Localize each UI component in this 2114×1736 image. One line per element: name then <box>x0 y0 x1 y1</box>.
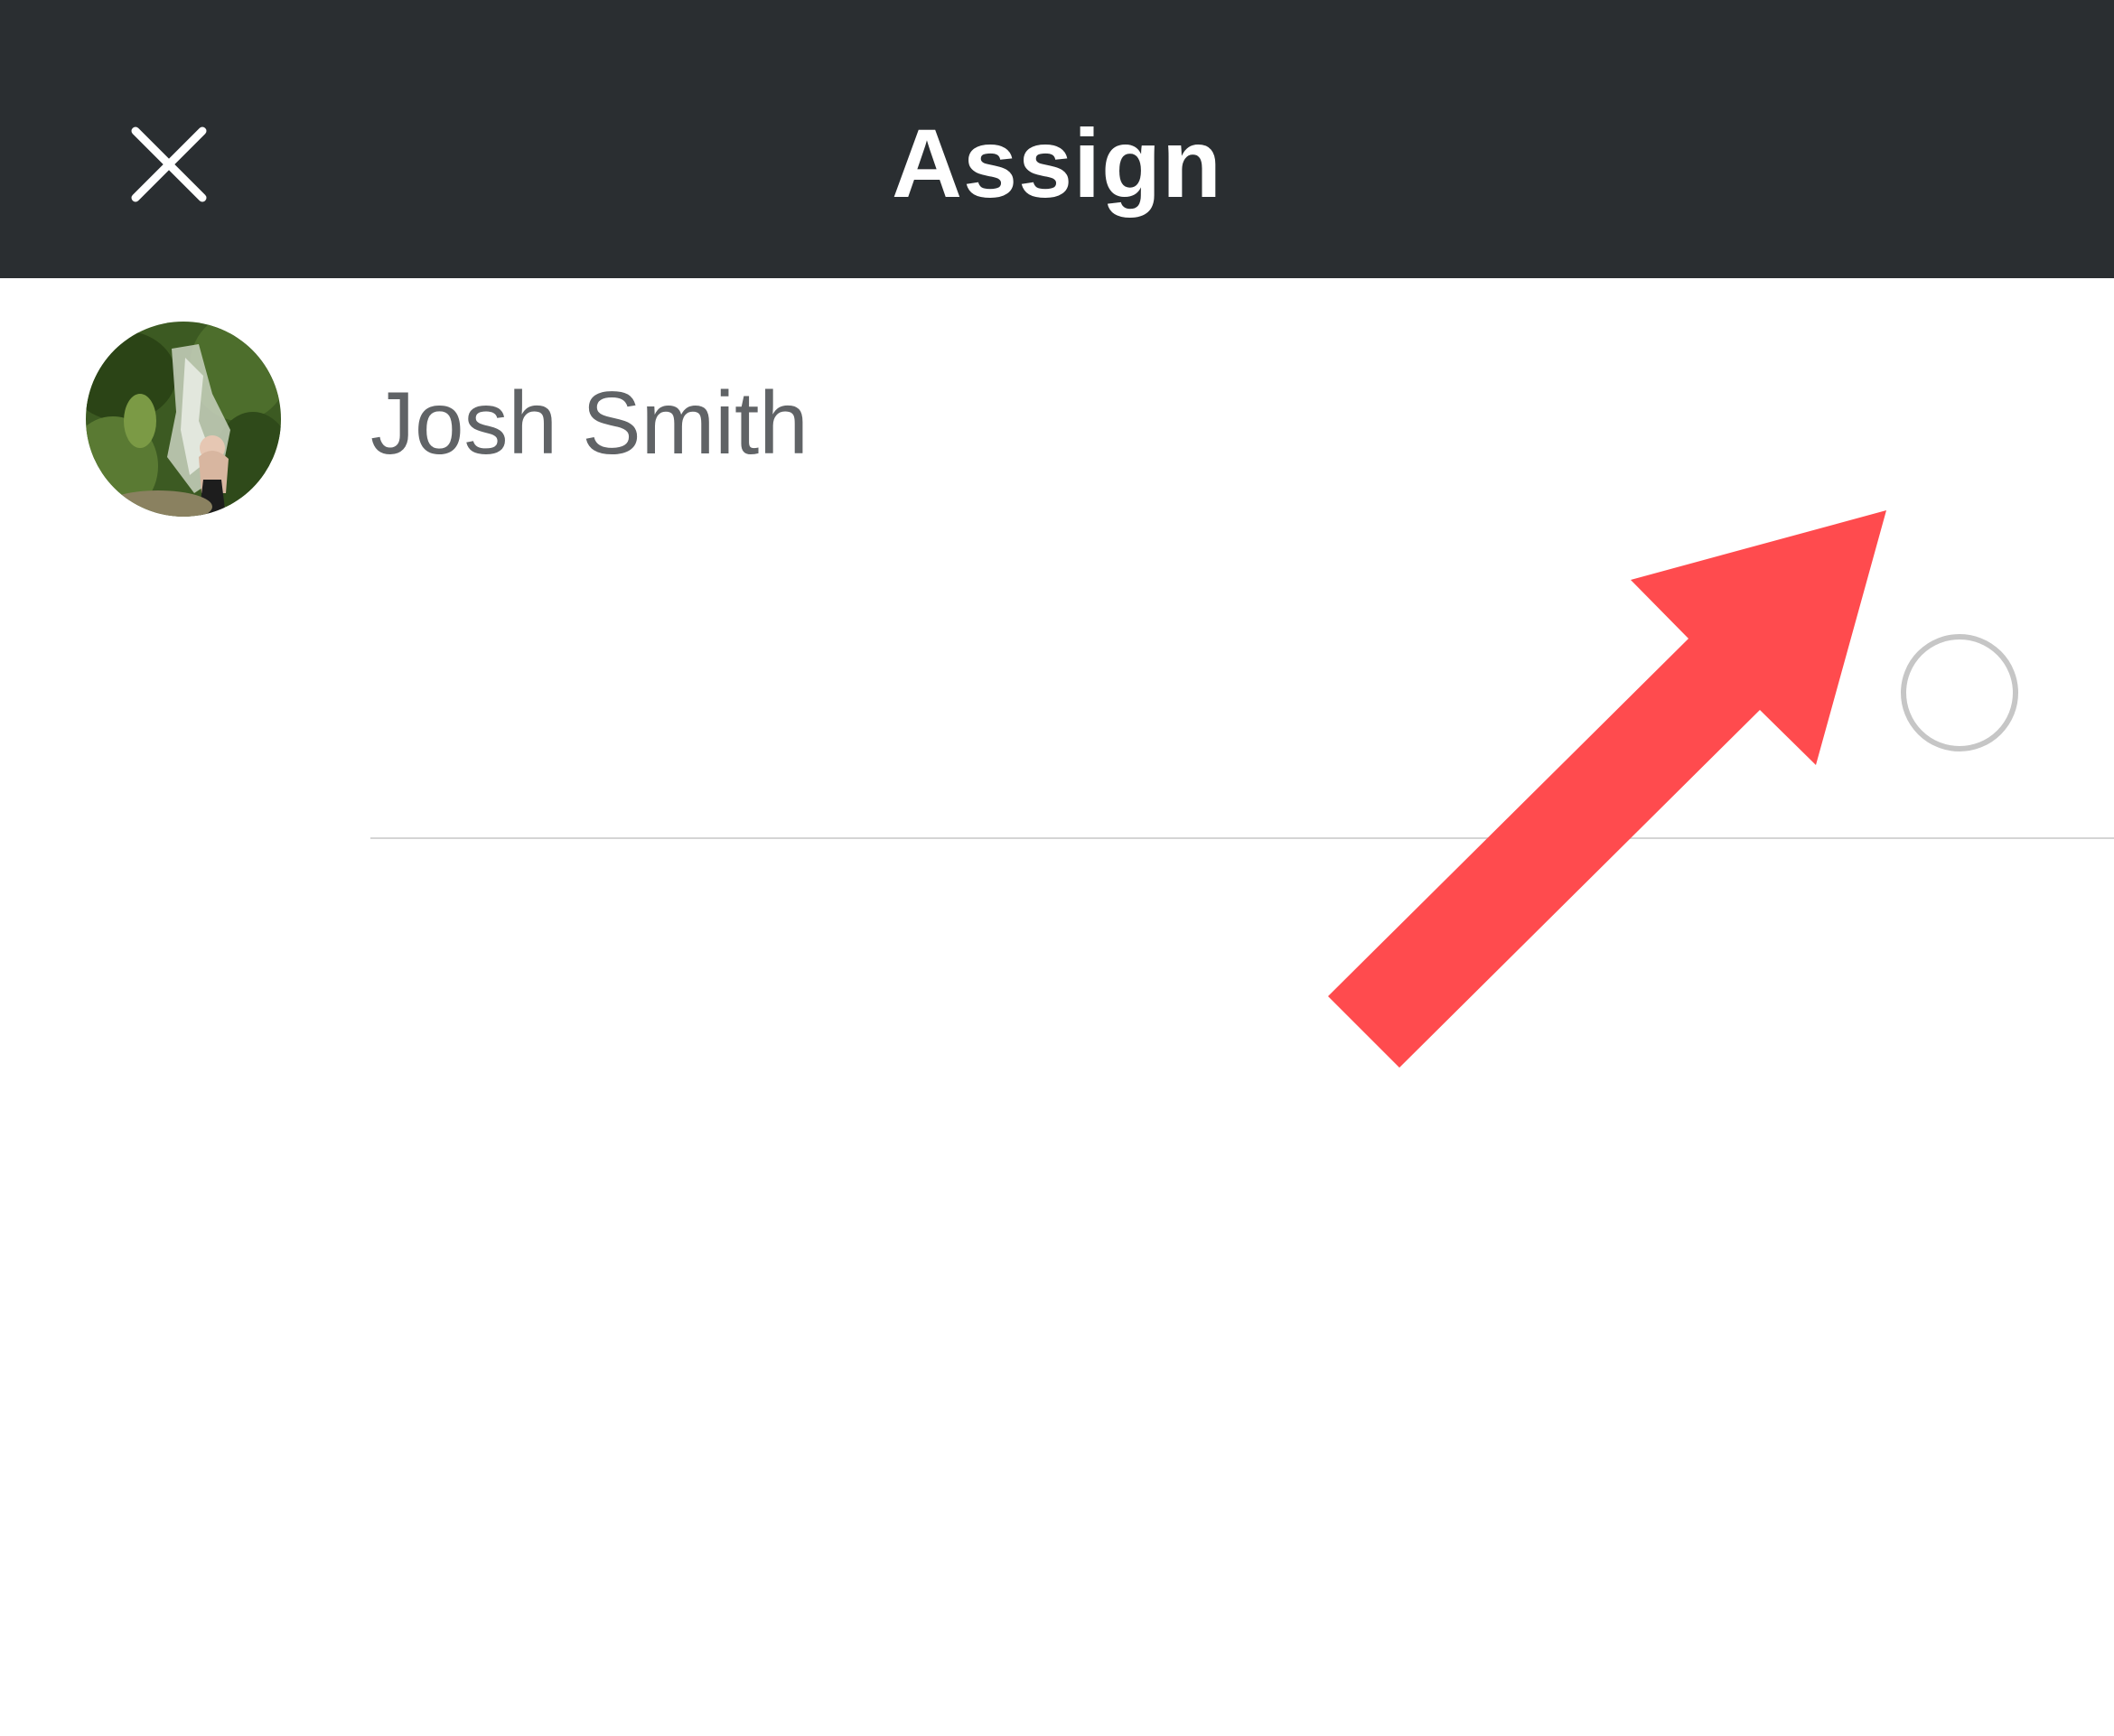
assignee-name: Josh Smith <box>370 373 809 472</box>
avatar <box>86 322 281 517</box>
page-title: Assign <box>891 108 1223 218</box>
assignee-select-radio[interactable] <box>1901 634 2018 751</box>
assignee-row[interactable]: Josh Smith <box>0 278 2114 560</box>
assign-screen: Assign Josh Smith <box>0 0 2114 1736</box>
header-bar: Assign <box>0 0 2114 278</box>
row-divider <box>370 837 2114 839</box>
